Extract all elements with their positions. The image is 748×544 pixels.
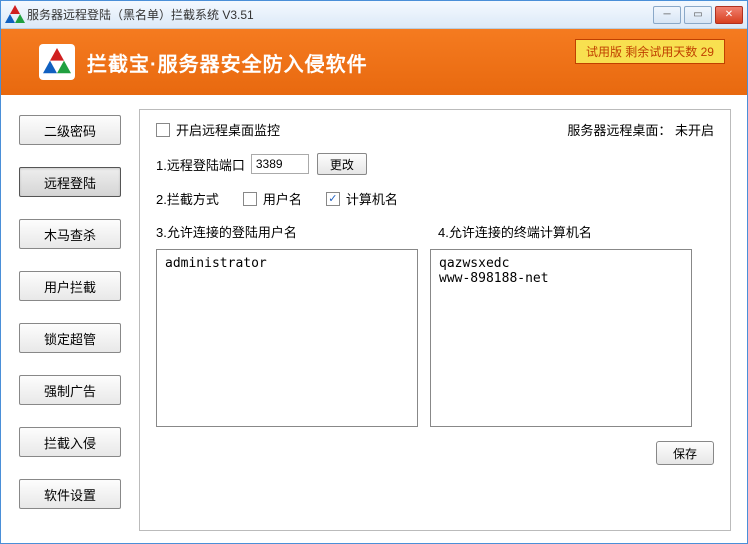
sidebar-item-label: 软件设置: [44, 485, 96, 504]
save-row: 保存: [156, 441, 714, 465]
port-input[interactable]: [251, 154, 309, 174]
sidebar-item-secondary-password[interactable]: 二级密码: [19, 115, 121, 145]
sidebar-item-settings[interactable]: 软件设置: [19, 479, 121, 509]
sidebar-item-label: 锁定超管: [44, 329, 96, 348]
app-icon: [5, 7, 21, 23]
row-enable-monitor: 开启远程桌面监控 服务器远程桌面： 未开启: [156, 120, 714, 139]
sidebar-item-lock-admin[interactable]: 锁定超管: [19, 323, 121, 353]
server-status: 服务器远程桌面： 未开启: [567, 120, 714, 139]
sidebar-item-user-block[interactable]: 用户拦截: [19, 271, 121, 301]
by-computer-checkbox[interactable]: [326, 192, 340, 206]
allow-computer-label: 4.允许连接的终端计算机名: [438, 222, 700, 241]
body: 二级密码 远程登陆 木马查杀 用户拦截 锁定超管 强制广告 拦截入侵 软件设置 …: [1, 95, 747, 543]
allowed-users-list[interactable]: administrator: [156, 249, 418, 427]
by-user-label: 用户名: [263, 189, 302, 208]
server-status-label: 服务器远程桌面：: [567, 123, 671, 138]
sidebar-item-trojan-scan[interactable]: 木马查杀: [19, 219, 121, 249]
main-panel: 开启远程桌面监控 服务器远程桌面： 未开启 1.远程登陆端口 更改 2.拦截方式…: [139, 109, 731, 531]
enable-monitor-label: 开启远程桌面监控: [176, 120, 280, 139]
allow-user-label: 3.允许连接的登陆用户名: [156, 222, 418, 241]
change-port-button[interactable]: 更改: [317, 153, 367, 175]
port-label: 1.远程登陆端口: [156, 155, 245, 174]
sidebar-item-remote-login[interactable]: 远程登陆: [19, 167, 121, 197]
save-button[interactable]: 保存: [656, 441, 714, 465]
trial-badge: 试用版 剩余试用天数 29: [575, 39, 725, 64]
sidebar-item-label: 二级密码: [44, 121, 96, 140]
titlebar: 服务器远程登陆（黑名单）拦截系统 V3.51 ─ ▭ ✕: [1, 1, 747, 29]
method-label: 2.拦截方式: [156, 189, 219, 208]
sidebar-item-label: 用户拦截: [44, 277, 96, 296]
maximize-button[interactable]: ▭: [684, 6, 712, 24]
sidebar-item-label: 木马查杀: [44, 225, 96, 244]
brand-logo-icon: [39, 44, 75, 80]
enable-monitor-checkbox[interactable]: [156, 123, 170, 137]
list-labels-row: 3.允许连接的登陆用户名 4.允许连接的终端计算机名: [156, 222, 714, 241]
close-button[interactable]: ✕: [715, 6, 743, 24]
brand-title: 拦截宝·服务器安全防入侵软件: [87, 48, 368, 77]
header: 拦截宝·服务器安全防入侵软件 试用版 剩余试用天数 29: [1, 29, 747, 95]
by-user-checkbox[interactable]: [243, 192, 257, 206]
by-computer-label: 计算机名: [346, 189, 398, 208]
lists-row: administrator qazwsxedc www-898188-net: [156, 249, 714, 427]
sidebar-item-label: 远程登陆: [44, 173, 96, 192]
server-status-value: 未开启: [675, 123, 714, 138]
app-window: 服务器远程登陆（黑名单）拦截系统 V3.51 ─ ▭ ✕ 拦截宝·服务器安全防入…: [0, 0, 748, 544]
allowed-computers-list[interactable]: qazwsxedc www-898188-net: [430, 249, 692, 427]
sidebar-item-label: 强制广告: [44, 381, 96, 400]
sidebar-item-intrusion-block[interactable]: 拦截入侵: [19, 427, 121, 457]
sidebar-item-label: 拦截入侵: [44, 433, 96, 452]
row-port: 1.远程登陆端口 更改: [156, 153, 714, 175]
row-method: 2.拦截方式 用户名 计算机名: [156, 189, 714, 208]
minimize-button[interactable]: ─: [653, 6, 681, 24]
window-title: 服务器远程登陆（黑名单）拦截系统 V3.51: [27, 6, 653, 23]
sidebar-item-force-ads[interactable]: 强制广告: [19, 375, 121, 405]
window-controls: ─ ▭ ✕: [653, 6, 743, 24]
sidebar: 二级密码 远程登陆 木马查杀 用户拦截 锁定超管 强制广告 拦截入侵 软件设置: [19, 109, 121, 531]
